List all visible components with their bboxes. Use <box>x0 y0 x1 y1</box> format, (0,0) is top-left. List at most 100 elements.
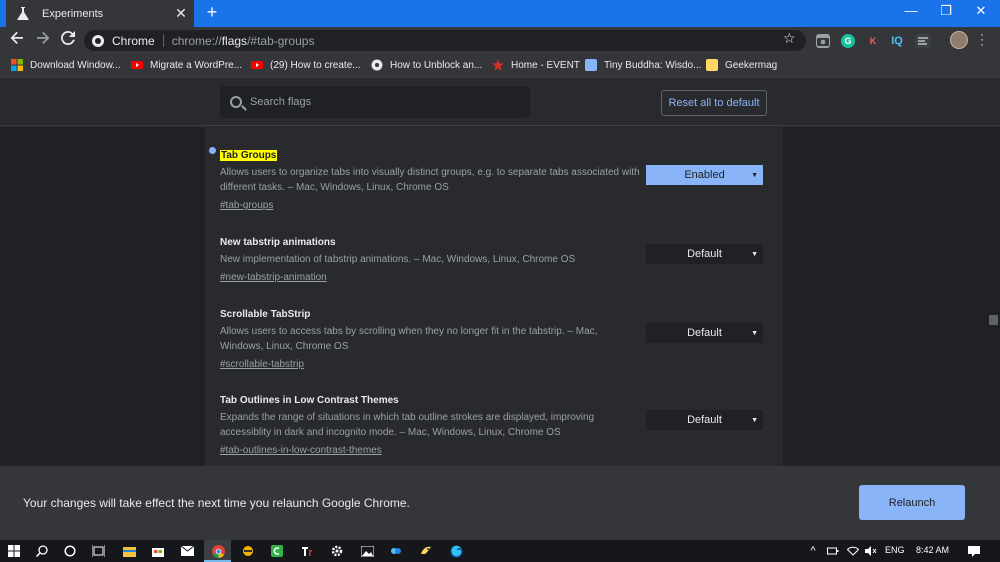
tab-title: Experiments <box>42 7 104 20</box>
search-input[interactable] <box>250 96 510 108</box>
back-arrow-icon[interactable] <box>7 31 27 51</box>
chrome-icon[interactable] <box>211 544 225 558</box>
flags-header: Reset all to default <box>0 79 1000 126</box>
app-icon-bird[interactable] <box>419 544 433 558</box>
close-window-button[interactable]: ✕ <box>966 3 996 19</box>
select-value: Default <box>687 248 722 260</box>
action-center-icon[interactable] <box>967 544 981 558</box>
flag-description: New implementation of tabstrip animation… <box>220 254 576 265</box>
task-view-icon[interactable] <box>91 544 105 558</box>
bookmark-item[interactable]: Home - EVENT <box>492 59 580 71</box>
flag-title: Tab Groups <box>220 150 278 161</box>
bookmark-label: How to Unblock an... <box>390 59 483 71</box>
clock[interactable]: 8:42 AM <box>916 545 949 555</box>
bookmark-item[interactable]: (29) How to create... <box>251 59 361 71</box>
flag-title: Scrollable TabStrip <box>220 309 311 320</box>
camera-icon[interactable] <box>816 34 830 48</box>
flag-state-select[interactable]: Enabled ▼ <box>646 165 763 185</box>
reset-all-button[interactable]: Reset all to default <box>661 90 767 116</box>
tab-close-icon[interactable]: ✕ <box>172 5 190 22</box>
bookmark-label: Download Window... <box>30 59 121 71</box>
bookmark-item[interactable]: Migrate a WordPre... <box>131 59 242 71</box>
file-explorer-icon[interactable] <box>122 544 136 558</box>
modified-indicator-dot <box>209 147 216 154</box>
windows-start-icon[interactable] <box>7 544 21 558</box>
forward-arrow-icon[interactable] <box>33 31 53 51</box>
language-indicator[interactable]: ENG <box>885 545 905 555</box>
bookmark-label: Home - EVENT <box>511 59 580 71</box>
reload-icon[interactable] <box>58 31 78 51</box>
wifi-icon[interactable] <box>846 544 860 558</box>
bookmarks-bar: Download Window... Migrate a WordPre... … <box>0 54 1000 78</box>
select-value: Default <box>687 414 722 426</box>
url-scheme: chrome:// <box>171 33 222 48</box>
omnibox-divider <box>162 34 164 47</box>
flag-state-select[interactable]: Default ▼ <box>646 323 763 343</box>
search-icon[interactable] <box>35 544 49 558</box>
app-icon-tr[interactable] <box>300 544 314 558</box>
profile-avatar[interactable] <box>950 31 968 49</box>
youtube-icon <box>131 59 143 71</box>
relaunch-message: Your changes will take effect the next t… <box>23 496 410 510</box>
bookmark-item[interactable]: Download Window... <box>11 59 121 71</box>
flag-anchor-link[interactable]: #tab-groups <box>220 200 273 211</box>
scrollbar[interactable] <box>987 127 1000 466</box>
flag-item-tab-groups: Tab Groups Allows users to organize tabs… <box>220 145 640 213</box>
select-value: Default <box>687 327 722 339</box>
k-icon[interactable]: K <box>866 34 880 48</box>
minimize-button[interactable]: — <box>896 3 926 18</box>
show-hidden-icons-chevron-icon[interactable]: ^ <box>806 544 820 558</box>
bookmark-item[interactable]: Tiny Buddha: Wisdo... <box>585 59 701 71</box>
menu-dots-icon[interactable]: · · · <box>976 28 988 50</box>
camtasia-icon[interactable] <box>270 544 284 558</box>
battery-icon[interactable] <box>826 544 840 558</box>
search-box[interactable] <box>220 86 530 118</box>
bookmark-item[interactable]: How to Unblock an... <box>371 59 482 71</box>
flag-title: New tabstrip animations <box>220 237 336 248</box>
flag-item-new-tabstrip-animation: New tabstrip animations New implementati… <box>220 232 640 285</box>
restore-button[interactable]: ❐ <box>931 3 961 19</box>
mail-icon[interactable] <box>180 544 194 558</box>
bookmark-label: Migrate a WordPre... <box>150 59 243 71</box>
search-icon <box>230 96 242 108</box>
ext-icon[interactable] <box>915 34 931 48</box>
flag-anchor-link[interactable]: #scrollable-tabstrip <box>220 359 304 370</box>
new-tab-button[interactable]: + <box>202 2 222 23</box>
volume-icon[interactable] <box>864 544 878 558</box>
flag-anchor-link[interactable]: #tab-outlines-in-low-contrast-themes <box>220 445 382 456</box>
relaunch-button[interactable]: Relaunch <box>859 485 965 520</box>
chevron-down-icon: ▼ <box>751 250 758 258</box>
windows-icon <box>11 59 23 71</box>
url-host: flags <box>221 33 248 48</box>
settings-gear-icon[interactable] <box>330 544 344 558</box>
chrome-site-icon <box>92 34 104 47</box>
chevron-down-icon: ▼ <box>751 416 758 424</box>
relaunch-bar: Your changes will take effect the next t… <box>0 466 1000 540</box>
tinybuddha-icon <box>585 59 597 71</box>
app-icon-blue[interactable] <box>389 544 403 558</box>
cortana-icon[interactable] <box>63 544 77 558</box>
flag-state-select[interactable]: Default ▼ <box>646 244 763 264</box>
tab-experiments[interactable]: Experiments ✕ <box>6 0 194 27</box>
bookmark-star-icon[interactable]: ☆ <box>783 30 796 47</box>
folder-icon <box>706 59 718 71</box>
store-icon[interactable] <box>151 544 165 558</box>
flag-title: Tab Outlines in Low Contrast Themes <box>220 395 399 406</box>
globe-icon <box>371 59 383 71</box>
photos-icon[interactable] <box>360 544 374 558</box>
flag-item-tab-outlines: Tab Outlines in Low Contrast Themes Expa… <box>220 390 640 458</box>
event-icon <box>492 59 504 71</box>
app-icon-bee[interactable] <box>241 544 255 558</box>
flag-anchor-link[interactable]: #new-tabstrip-animation <box>220 272 327 283</box>
grammarly-icon[interactable]: G <box>841 34 855 48</box>
edge-icon[interactable] <box>449 544 463 558</box>
bookmark-label: Tiny Buddha: Wisdo... <box>604 59 702 71</box>
flag-state-select[interactable]: Default ▼ <box>646 410 763 430</box>
scrollbar-thumb[interactable] <box>989 315 998 325</box>
address-bar[interactable]: Chrome chrome:// flags /#tab-groups <box>84 30 806 51</box>
flask-icon <box>16 7 30 21</box>
windows-taskbar: ^ ENG 8:42 AM <box>0 540 1000 562</box>
site-name: Chrome <box>112 33 155 48</box>
bookmark-item[interactable]: Geekermag <box>706 59 777 71</box>
iq-icon[interactable]: IQ <box>890 34 904 48</box>
